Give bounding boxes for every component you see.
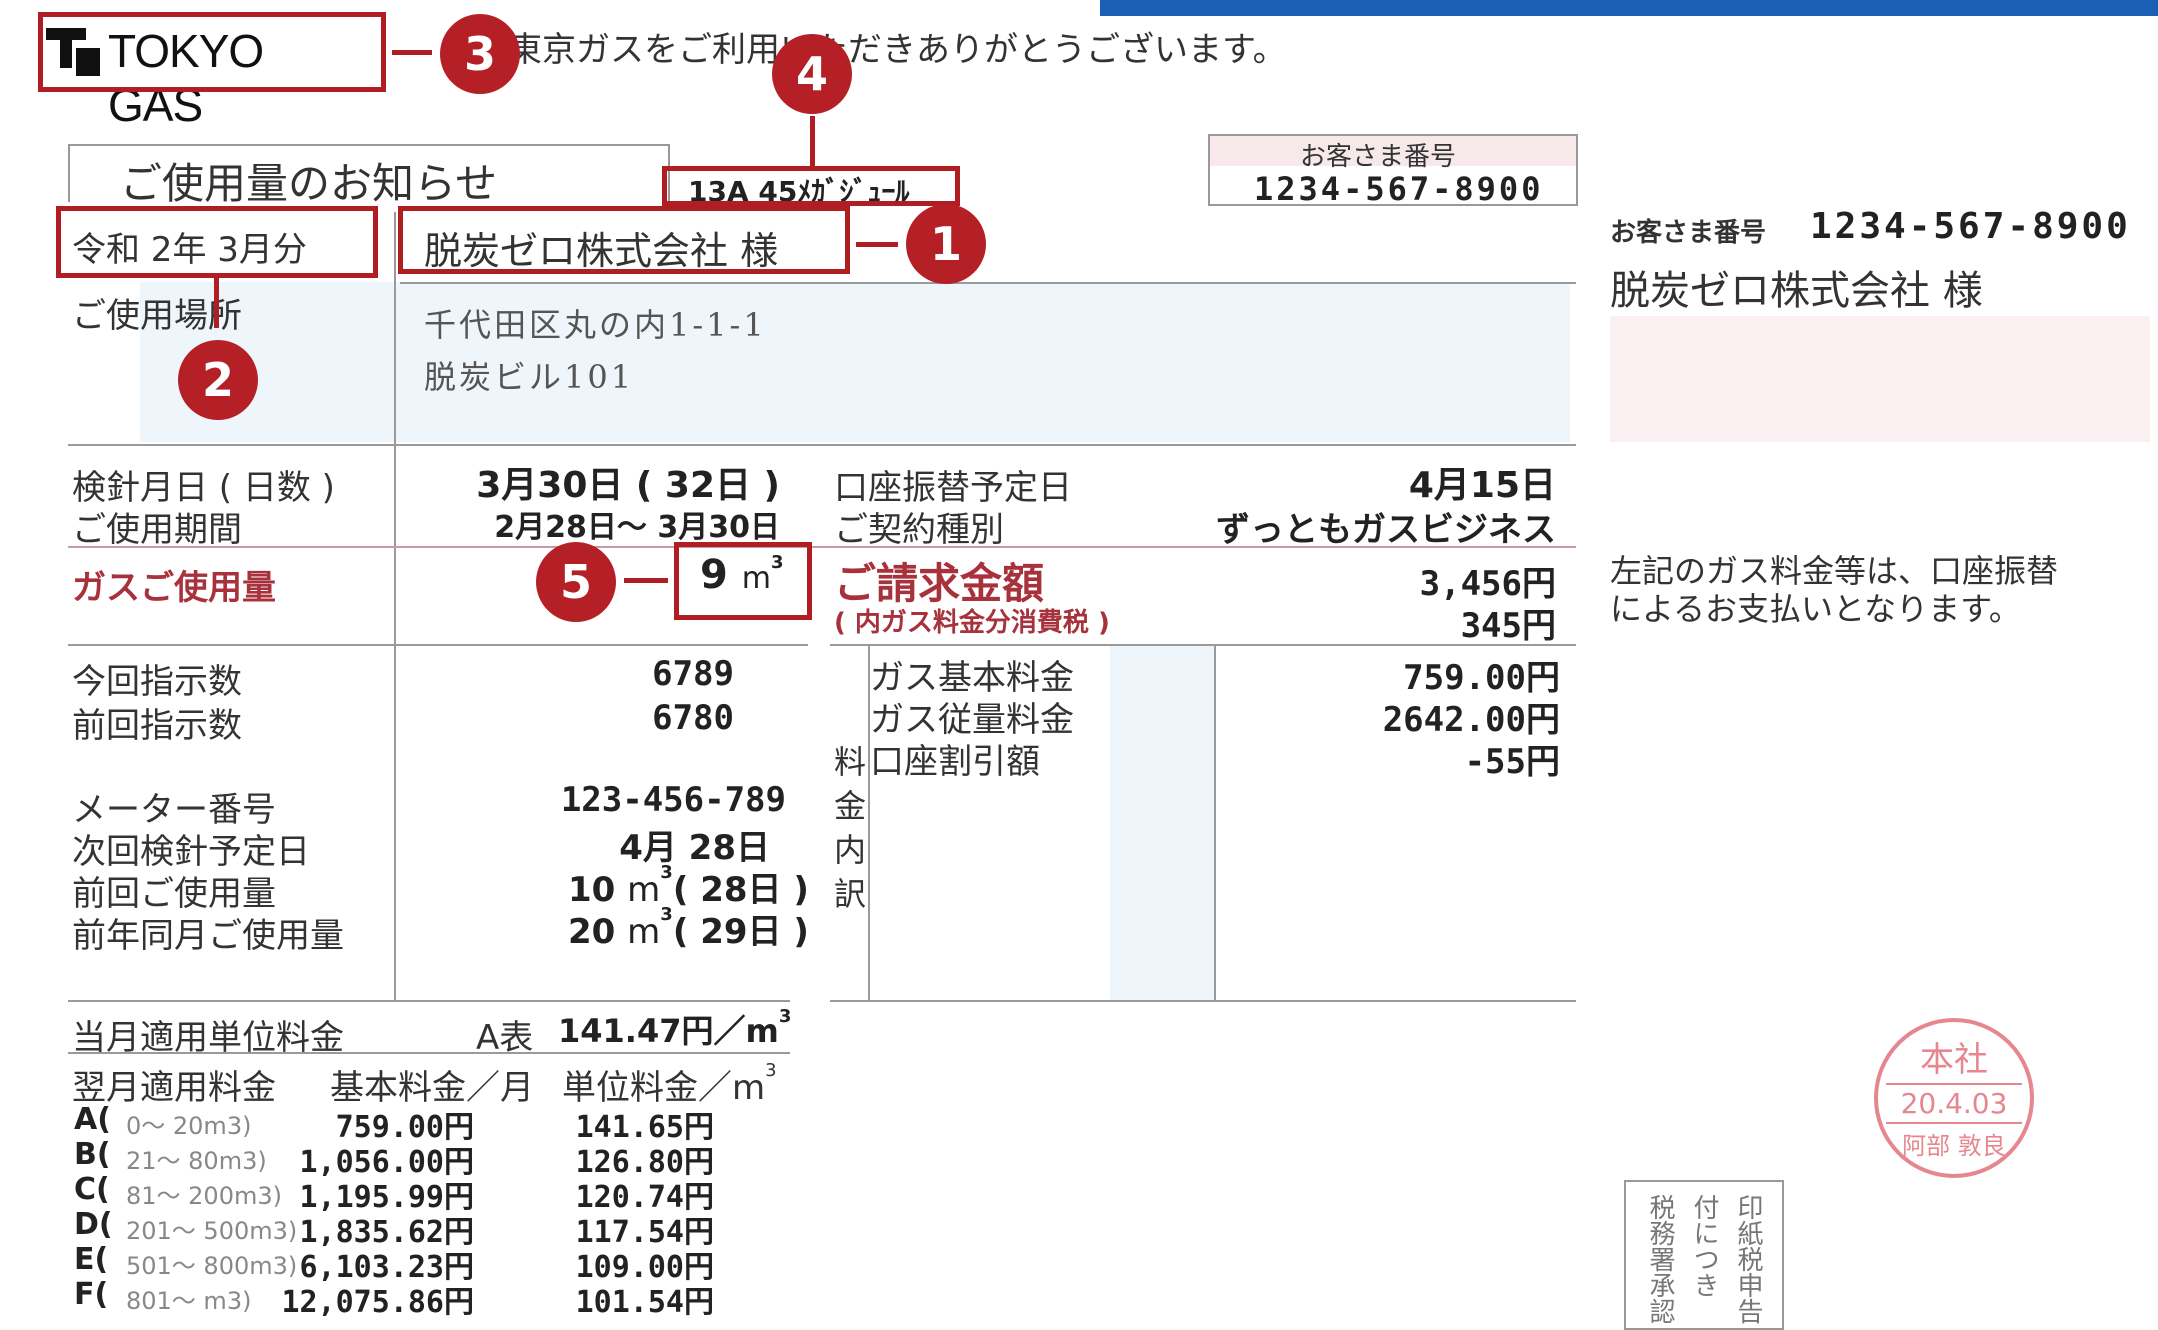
rate-tier: E( (74, 1242, 109, 1277)
customer-no-label: お客さま番号 (1300, 142, 1457, 172)
highlight-logo (38, 12, 386, 92)
breakdown-item-value: -55円 (1464, 742, 1560, 782)
tax-box-col-1: 税務署承認 (1645, 1194, 1675, 1324)
stub-customer-no-value: 1234-567-8900 (1810, 206, 2131, 247)
annotation-badge-1: 1 (906, 204, 986, 284)
reading-date-value: 3月30日 ( 32日 ) (476, 465, 780, 506)
divider (68, 1052, 790, 1054)
payment-note-2: によるお支払いとなります。 (1610, 590, 2021, 628)
breakdown-item: ガス基本料金 759.00円 (870, 650, 1560, 698)
leader-line-5 (624, 578, 668, 583)
leader-line-1 (856, 242, 898, 247)
breakdown-vertical-char: 金 (834, 787, 867, 825)
address-area-bg (140, 282, 1570, 442)
rate-range: 81～ 200m3) (126, 1182, 282, 1210)
customer-no-value: 1234-567-8900 (1254, 170, 1544, 208)
rate-row: C(81～ 200m3) 1,195.99円 120.74円 (74, 1172, 714, 1215)
last-year-usage-days: ( 29日 ) (672, 912, 809, 952)
rate-range: 801～ m3) (126, 1287, 252, 1315)
breakdown-vertical-char: 内 (834, 831, 867, 869)
highlight-period (56, 206, 378, 278)
leader-line-2 (214, 278, 219, 328)
divider (830, 1000, 1576, 1002)
consumption-tax-value: 345円 (1460, 606, 1556, 646)
annotation-badge-4: 4 (772, 34, 852, 114)
rate-range: 21～ 80m3) (126, 1147, 267, 1175)
breakdown-item-label: 口座割引額 (870, 742, 1040, 782)
last-year-usage-label: 前年同月ご使用量 (72, 916, 344, 956)
last-year-usage-value: 20 m3( 29日 ) (568, 904, 809, 953)
stamp-name-text: 阿部 敦良 (1902, 1132, 2006, 1160)
rate-range: 0～ 20m3) (126, 1112, 252, 1140)
address-line-2: 脱炭ビル101 (424, 358, 635, 396)
address-line-1: 千代田区丸の内1-1-1 (424, 306, 767, 344)
unit-superscript: 3 (660, 862, 673, 883)
header-blue-bar (1100, 0, 2158, 16)
last-year-usage-number: 20 (568, 912, 616, 952)
highlight-customer-name (398, 206, 850, 274)
unit-superscript: 3 (660, 904, 673, 925)
rate-row: E(501～ 800m3) 6,103.23円 109.00円 (74, 1242, 714, 1285)
usage-period-value: 2月28日～ 3月30日 (494, 510, 780, 545)
current-reading-value: 6789 (652, 654, 734, 694)
rate-range: 501～ 800m3) (126, 1252, 298, 1280)
greeting-text: 東京ガスをご利用いただきありがとうございます。 (508, 30, 1287, 70)
rate-tier: B( (74, 1137, 111, 1172)
current-unit-rate-text: 141.47円／m (558, 1012, 779, 1050)
current-reading-label: 今回指示数 (72, 662, 242, 702)
breakdown-vertical-char: 料 (834, 743, 867, 781)
leader-line-4 (810, 116, 815, 166)
stamp-date-text: 20.4.03 (1900, 1087, 2008, 1120)
divider (68, 1000, 790, 1002)
rate-range: 201～ 500m3) (126, 1217, 298, 1245)
breakdown-item: 口座割引額 -55円 (870, 734, 1560, 782)
unit-superscript: 3 (778, 1006, 792, 1027)
divider (68, 444, 1576, 446)
tax-box-col-2: 付につき (1689, 1194, 1719, 1298)
leader-line-3 (392, 50, 432, 55)
stamp-top-text: 本社 (1920, 1040, 1988, 1080)
breakdown-item: ガス従量料金 2642.00円 (870, 692, 1560, 740)
rate-tier: F( (74, 1277, 109, 1312)
usage-period-label: ご使用期間 (72, 510, 242, 550)
annotation-badge-5: 5 (536, 542, 616, 622)
left-column-divider (394, 212, 396, 1000)
gas-usage-label: ガスご使用量 (72, 568, 276, 608)
consumption-tax-label: ( 内ガス料金分消費税 ) (834, 608, 1110, 638)
rate-tier: C( (74, 1172, 110, 1207)
breakdown-vertical-label: 料金内訳 (834, 740, 868, 916)
tax-box-col-3: 印紙税申告 (1733, 1194, 1763, 1324)
rate-unit: 101.54円 (575, 1285, 714, 1320)
contract-type-label: ご契約種別 (834, 510, 1004, 550)
breakdown-vertical-char: 訳 (834, 875, 867, 913)
annotation-badge-2: 2 (178, 340, 258, 420)
stub-faded-area (1610, 316, 2150, 442)
rate-tier: A( (74, 1102, 111, 1137)
rate-row: B(21～ 80m3) 1,056.00円 126.80円 (74, 1137, 714, 1180)
unit-superscript: 3 (765, 1060, 777, 1081)
rate-row: A(0～ 20m3) 759.00円 141.65円 (74, 1102, 714, 1145)
tax-stamp-box: 印紙税申告 付につき 税務署承認 (1624, 1180, 1784, 1330)
debit-date-value: 4月15日 (1408, 465, 1556, 506)
divider (400, 282, 1576, 284)
meter-no-value: 123-456-789 (560, 780, 786, 820)
rate-base: 12,075.86円 (281, 1285, 474, 1320)
stub-customer-name: 脱炭ゼロ株式会社 様 (1610, 268, 1983, 314)
notice-title: ご使用量のお知らせ (120, 159, 498, 208)
highlight-gas-usage (674, 542, 812, 620)
contract-type-value: ずっともガスビジネス (1216, 510, 1556, 550)
previous-reading-label: 前回指示数 (72, 706, 242, 746)
company-stamp: 本社 20.4.03 阿部 敦良 (1874, 1018, 2034, 1178)
breakdown-items: ガス基本料金 759.00円 ガス従量料金 2642.00円 口座割引額 -55円 (870, 650, 1560, 782)
annotation-badge-3: 3 (440, 14, 520, 94)
last-year-usage-unit: m (627, 912, 661, 952)
highlight-gas-type (662, 166, 960, 206)
current-unit-rate-value: 141.47円／m3 (558, 1006, 791, 1052)
rate-tier: D( (74, 1207, 113, 1242)
divider (68, 644, 808, 646)
rate-row: F( 801～ m3) 12,075.86円 101.54円 (74, 1277, 714, 1320)
stub-customer-no-label: お客さま番号 (1610, 218, 1767, 248)
rate-row: D(201～ 500m3) 1,835.62円 117.54円 (74, 1207, 714, 1250)
previous-reading-value: 6780 (652, 698, 734, 738)
